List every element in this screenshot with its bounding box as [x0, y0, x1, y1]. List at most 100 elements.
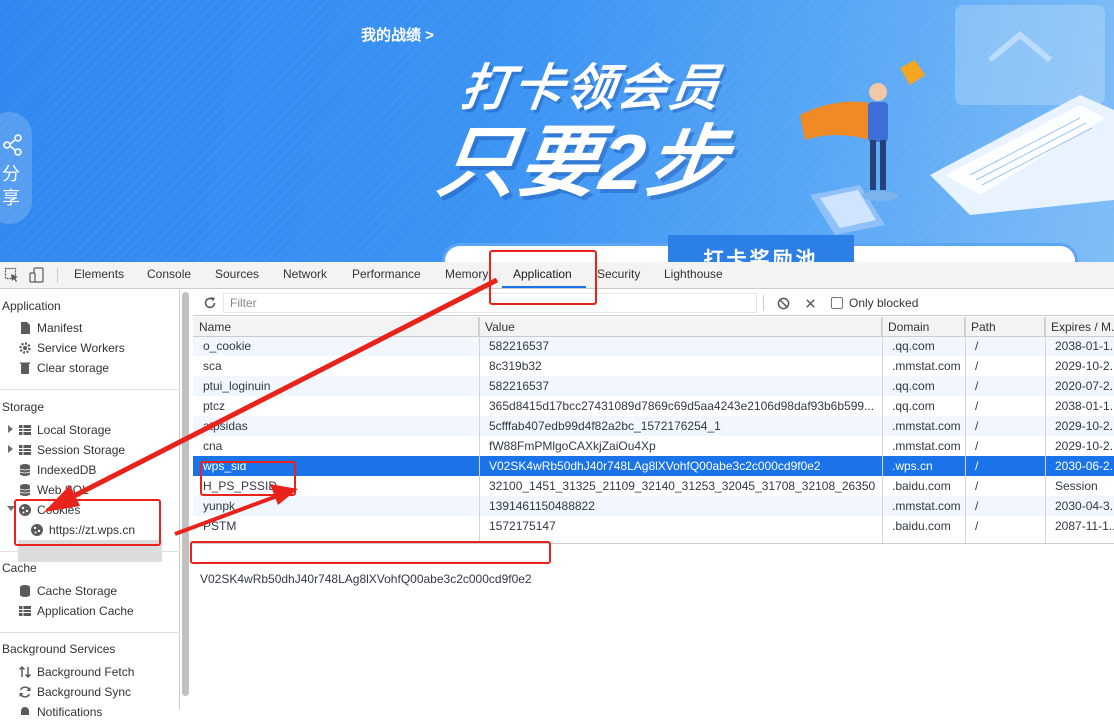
my-record-link[interactable]: 我的战绩 > — [361, 24, 434, 45]
annotation-cookies-origin — [14, 499, 161, 546]
sidebar-item-cache-storage[interactable]: Cache Storage — [37, 582, 117, 600]
cell-name: PSTM — [203, 519, 237, 533]
cookie-value-preview[interactable]: V02SK4wRb50dhJ40r748LAg8lXVohfQ00abe3c2c… — [200, 572, 532, 586]
cell-value: 365d8415d17bcc27431089d7869c69d5aa4243e2… — [489, 399, 875, 413]
cell-value: 582216537 — [489, 379, 550, 393]
tab-sources[interactable]: Sources — [215, 262, 259, 289]
sync-icon — [19, 686, 31, 698]
clear-all-icon[interactable] — [777, 297, 790, 310]
gear-icon — [19, 342, 31, 354]
table-row[interactable]: yunpk 1391461150488822 .mmstat.com / 2030-04… — [193, 496, 1114, 516]
headline-line2: 只要2步 — [432, 118, 735, 206]
scrollbar-thumb[interactable] — [182, 292, 189, 696]
table-row[interactable]: sca 8c319b32 .mmstat.com / 2029-10-2... — [193, 356, 1114, 376]
cell-path: / — [975, 439, 979, 453]
checkin-reward-tab[interactable]: 打卡奖励池 — [668, 235, 854, 262]
tab-network[interactable]: Network — [283, 262, 327, 289]
column-expires[interactable]: Expires / M... — [1045, 317, 1114, 337]
sidebar-item-notifications[interactable]: Notifications — [37, 703, 102, 721]
sidebar-item-application-cache[interactable]: Application Cache — [37, 602, 134, 620]
table-row[interactable]: atpsidas 5cfffab407edb99d4f82a2bc_1572176… — [193, 416, 1114, 436]
table-row[interactable]: ptui_loginuin 582216537 .qq.com / 2020-07-2.… — [193, 376, 1114, 396]
sidebar-item-local-storage[interactable]: Local Storage — [37, 421, 111, 439]
cell-expires: 2030-04-3... — [1055, 499, 1114, 513]
share-label[interactable]: 分享 — [2, 162, 24, 210]
delete-selected-icon[interactable] — [804, 297, 817, 310]
tab-elements[interactable]: Elements — [74, 262, 124, 289]
table-row[interactable]: ptcz 365d8415d17bcc27431089d7869c69d5aa42… — [193, 396, 1114, 416]
laptop-hero-illustration — [800, 5, 1114, 235]
cell-path: / — [975, 459, 979, 473]
cell-value: 582216537 — [489, 339, 550, 353]
table-row[interactable]: H_PS_PSSID 32100_1451_31325_21109_32140_3… — [193, 476, 1114, 496]
cell-name: cna — [203, 439, 223, 453]
cell-path: / — [975, 359, 979, 373]
inspect-element-icon[interactable] — [4, 267, 20, 283]
table-row[interactable]: o_cookie 582216537 .qq.com / 2038-01-1... — [193, 336, 1114, 356]
cell-domain: .qq.com — [892, 339, 935, 353]
sidebar-item-session-storage[interactable]: Session Storage — [37, 441, 125, 459]
table-row[interactable]: PSTM 1572175147 .baidu.com / 2087-11-1... — [193, 516, 1114, 536]
sidebar-scrollbar[interactable] — [181, 292, 190, 696]
column-value[interactable]: Value — [479, 317, 882, 337]
section-divider — [0, 551, 180, 552]
sidebar-item-clear-storage[interactable]: Clear storage — [37, 359, 109, 377]
share-icon[interactable] — [2, 134, 24, 156]
cell-expires: Session — [1055, 479, 1098, 493]
annotation-value-preview — [190, 541, 551, 564]
cookies-table-header: Name Value Domain Path Expires / M... — [193, 317, 1114, 337]
column-domain[interactable]: Domain — [882, 317, 965, 337]
cell-domain: .mmstat.com — [892, 439, 961, 453]
column-path[interactable]: Path — [965, 317, 1045, 337]
filter-divider — [763, 295, 764, 311]
cell-domain: .wps.cn — [892, 459, 933, 473]
device-toolbar-icon[interactable] — [29, 267, 45, 283]
cell-domain: .mmstat.com — [892, 499, 961, 513]
cell-domain: .mmstat.com — [892, 359, 961, 373]
table-grid-icon — [19, 606, 31, 616]
tab-security[interactable]: Security — [597, 262, 640, 289]
sidebar-item-background-sync[interactable]: Background Sync — [37, 683, 131, 701]
cell-value: 5cfffab407edb99d4f82a2bc_1572176254_1 — [489, 419, 721, 433]
cell-value: 32100_1451_31325_21109_32140_31253_32045… — [489, 479, 876, 493]
only-blocked-checkbox[interactable] — [831, 297, 843, 309]
cell-domain: .baidu.com — [892, 479, 951, 493]
table-row[interactable]: cna fW88FmPMlgoCAXkjZaiOu4Xp .mmstat.com / 2… — [193, 436, 1114, 456]
annotation-wps-sid-name — [200, 461, 296, 496]
section-background-services: Background Services — [2, 642, 116, 656]
tab-memory[interactable]: Memory — [445, 262, 488, 289]
sidebar-item-manifest[interactable]: Manifest — [37, 319, 82, 337]
tab-performance[interactable]: Performance — [352, 262, 421, 289]
sidebar-item-indexeddb[interactable]: IndexedDB — [37, 461, 96, 479]
expand-local-storage-icon[interactable] — [8, 425, 13, 433]
cell-value: fW88FmPMlgoCAXkjZaiOu4Xp — [489, 439, 656, 453]
devtools-panel: Elements Console Sources Network Perform… — [0, 250, 1114, 719]
column-divider — [965, 317, 966, 543]
cell-expires: 2020-07-2... — [1055, 379, 1114, 393]
toolbar-divider — [57, 268, 58, 283]
section-cache: Cache — [2, 561, 37, 575]
cell-expires: 2029-10-2... — [1055, 439, 1114, 453]
cookies-filter-toolbar: Only blocked — [193, 290, 1114, 316]
annotation-application-tab — [489, 250, 597, 305]
table-grid-icon — [19, 445, 31, 455]
manifest-icon — [21, 322, 30, 334]
sidebar-item-web-sql[interactable]: Web SQL — [37, 481, 89, 499]
tab-lighthouse[interactable]: Lighthouse — [664, 262, 723, 289]
cell-expires: 2029-10-2... — [1055, 419, 1114, 433]
sidebar-item-service-workers[interactable]: Service Workers — [37, 339, 125, 357]
sidebar-item-background-fetch[interactable]: Background Fetch — [37, 663, 134, 681]
cell-value: 1572175147 — [489, 519, 556, 533]
tab-console[interactable]: Console — [147, 262, 191, 289]
table-row-selected[interactable]: wps_sid V02SK4wRb50dhJ40r748LAg8lXVohfQ00… — [193, 456, 1114, 476]
column-name[interactable]: Name — [193, 317, 479, 337]
refresh-icon[interactable] — [203, 296, 217, 310]
cell-expires: 2087-11-1... — [1055, 519, 1114, 533]
section-divider — [0, 389, 180, 390]
database-icon — [19, 484, 31, 496]
cell-path: / — [975, 479, 979, 493]
expand-session-storage-icon[interactable] — [8, 445, 13, 453]
cell-name: sca — [203, 359, 222, 373]
only-blocked-label[interactable]: Only blocked — [849, 296, 918, 310]
cell-path: / — [975, 519, 979, 533]
